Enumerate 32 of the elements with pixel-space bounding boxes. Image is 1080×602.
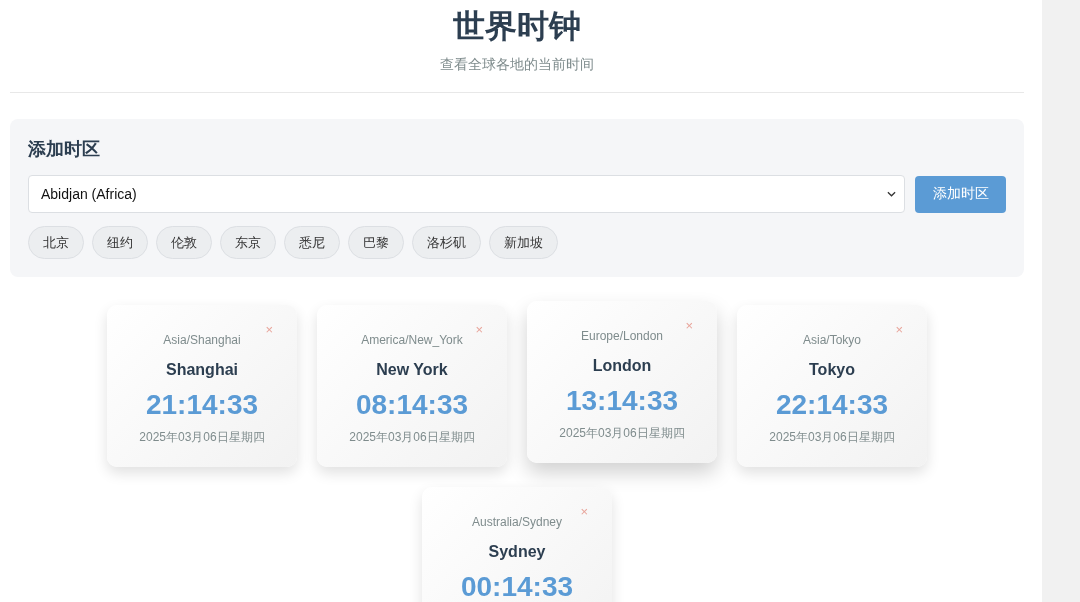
timezone-label: Australia/Sydney xyxy=(470,515,563,529)
city-chip[interactable]: 洛杉矶 xyxy=(412,226,481,259)
timezone-label: Europe/London xyxy=(579,329,665,343)
city-name: New York xyxy=(375,361,449,379)
city-name: Shanghai xyxy=(165,361,239,379)
timezone-select[interactable]: Abidjan (Africa) xyxy=(28,175,905,213)
clock-time: 13:14:33 xyxy=(564,385,680,417)
panel-heading: 添加时区 xyxy=(28,138,101,161)
clock-date: 2025年03月06日星期四 xyxy=(138,429,266,446)
timezone-label: Asia/Tokyo xyxy=(802,333,862,347)
city-chip[interactable]: 悉尼 xyxy=(284,226,340,259)
city-chip[interactable]: 伦敦 xyxy=(156,226,212,259)
city-chip[interactable]: 新加坡 xyxy=(489,226,558,259)
timezone-label: Asia/Shanghai xyxy=(162,333,242,347)
clock-time: 00:14:33 xyxy=(459,571,575,602)
clock-date: 2025年03月06日星期四 xyxy=(348,429,476,446)
city-name: Tokyo xyxy=(808,361,856,379)
city-chip[interactable]: 纽约 xyxy=(92,226,148,259)
city-chip[interactable]: 东京 xyxy=(220,226,276,259)
page-subtitle: 查看全球各地的当前时间 xyxy=(439,56,595,74)
clock-time: 21:14:33 xyxy=(144,389,260,421)
clock-time: 08:14:33 xyxy=(354,389,470,421)
city-chip[interactable]: 北京 xyxy=(28,226,84,259)
city-name: Sydney xyxy=(487,543,547,561)
timezone-label: America/New_York xyxy=(360,333,464,347)
city-name: London xyxy=(591,357,653,375)
clock-date: 2025年03月06日星期四 xyxy=(558,425,686,442)
city-chip[interactable]: 巴黎 xyxy=(348,226,404,259)
clock-time: 22:14:33 xyxy=(774,389,890,421)
chevron-down-icon xyxy=(887,191,896,197)
page-title: 世界时钟 xyxy=(452,7,582,46)
clock-date: 2025年03月06日星期四 xyxy=(768,429,896,446)
